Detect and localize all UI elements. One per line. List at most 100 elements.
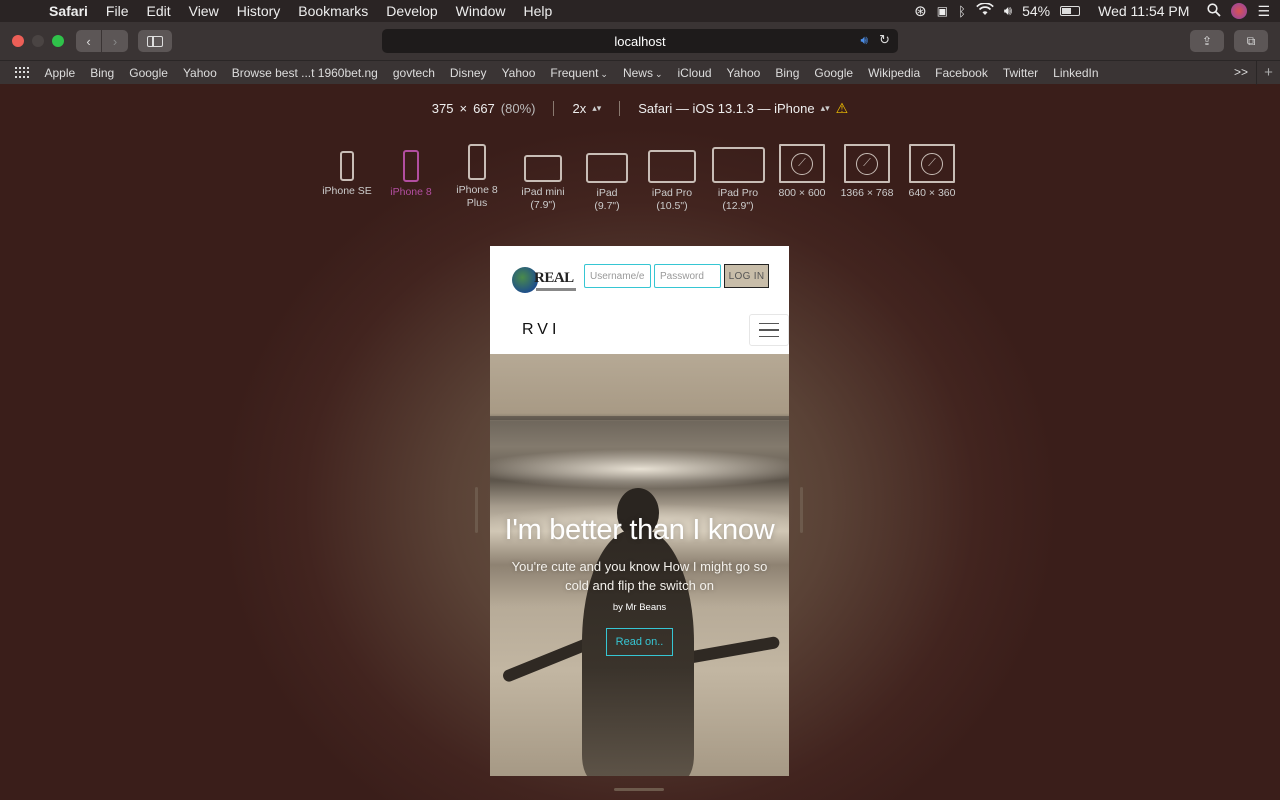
user-avatar-icon[interactable] [1231, 3, 1248, 19]
menu-window[interactable]: Window [447, 3, 515, 19]
menu-edit[interactable]: Edit [137, 3, 179, 19]
toolbar-right: ⇪ ⧉ [1190, 30, 1268, 52]
notification-center-icon[interactable]: ☰ [1257, 3, 1270, 20]
reload-icon[interactable]: ↻ [879, 32, 890, 48]
username-input[interactable] [584, 264, 651, 288]
user-agent-select[interactable]: Safari — iOS 13.1.3 — iPhone ▴▾ ⚠ [620, 100, 866, 117]
bookmark-yahoo-2[interactable]: Yahoo [494, 66, 543, 80]
device-label: iPad Pro [651, 187, 693, 199]
sidebar-icon [147, 35, 163, 47]
bookmark-yahoo[interactable]: Yahoo [175, 66, 224, 80]
password-input[interactable] [654, 264, 721, 288]
left-resize-handle[interactable] [475, 487, 478, 533]
menu-develop[interactable]: Develop [377, 3, 446, 19]
device-iphone-se[interactable]: iPhone SE [315, 151, 379, 198]
volume-icon[interactable]: 🔊︎ [1004, 3, 1012, 19]
hamburger-menu-icon[interactable] [749, 314, 789, 346]
tab-overview-button[interactable]: ⧉ [1234, 30, 1268, 52]
device-ipad-pro-12-9[interactable]: iPad Pro (12.9") [705, 147, 771, 213]
menu-file[interactable]: File [97, 3, 138, 19]
safari-compass-icon: ⟋ [844, 144, 890, 183]
minimize-window-button[interactable] [32, 35, 44, 47]
device-800x600[interactable]: ⟋ 800 × 600 [771, 144, 833, 200]
bookmark-icloud[interactable]: iCloud [670, 66, 719, 80]
device-iphone-8-plus[interactable]: iPhone 8 Plus [443, 144, 511, 210]
logo-tagline-bar [536, 288, 576, 291]
menu-app-safari[interactable]: Safari [40, 3, 97, 19]
device-label-2: (9.7") [594, 200, 620, 212]
device-ipad[interactable]: iPad (9.7") [575, 153, 639, 213]
bookmarks-bar: Apple Bing Google Yahoo Browse best ...t… [0, 60, 1280, 85]
device-label: iPad mini [521, 186, 565, 198]
viewport-scale: (80%) [500, 101, 536, 116]
address-bar[interactable]: localhost 🔊︎ ↻ [382, 29, 898, 53]
warning-icon[interactable]: ⚠ [836, 100, 849, 117]
share-button[interactable]: ⇪ [1190, 30, 1224, 52]
favorites-grid-icon[interactable] [15, 66, 29, 79]
back-button[interactable]: ‹ [76, 30, 102, 52]
new-tab-plus-icon[interactable]: + [1256, 61, 1280, 85]
bookmark-folder-news[interactable]: News ⌄ [615, 66, 670, 80]
hero-author: by Mr Beans [612, 602, 667, 613]
menu-help[interactable]: Help [514, 3, 561, 19]
site-logo[interactable]: REAL [512, 255, 580, 297]
menu-history[interactable]: History [228, 3, 290, 19]
audio-playing-icon[interactable]: 🔊︎ [860, 33, 868, 48]
bookmark-folder-frequent[interactable]: Frequent ⌄ [543, 66, 616, 80]
device-1366x768[interactable]: ⟋ 1366 × 768 [834, 144, 900, 200]
site-navbar: RVI [490, 306, 789, 354]
login-button[interactable]: LOG IN [724, 264, 769, 288]
device-iphone-8[interactable]: iPhone 8 [379, 150, 443, 199]
chevron-down-icon: ⌄ [654, 68, 663, 79]
creative-cloud-icon[interactable]: ⊛ [914, 2, 927, 20]
bookmark-apple[interactable]: Apple [37, 66, 83, 80]
bookmark-yahoo-3[interactable]: Yahoo [719, 66, 768, 80]
device-ipad-mini[interactable]: iPad mini (7.9") [511, 155, 575, 212]
clock[interactable]: Wed 11:54 PM [1098, 3, 1189, 19]
bookmark-google-2[interactable]: Google [807, 66, 861, 80]
fullscreen-window-button[interactable] [52, 35, 64, 47]
bookmark-1960bet[interactable]: Browse best ...t 1960bet.ng [224, 66, 385, 80]
device-640x360[interactable]: ⟋ 640 × 360 [900, 144, 964, 200]
close-window-button[interactable] [12, 35, 24, 47]
bookmark-wikipedia[interactable]: Wikipedia [861, 66, 928, 80]
phone-icon [340, 151, 354, 181]
hero-image-horizon [490, 416, 789, 420]
bookmark-google[interactable]: Google [122, 66, 176, 80]
bluetooth-icon[interactable]: ᛒ [958, 4, 966, 19]
bookmark-govtech[interactable]: govtech [385, 66, 442, 80]
pixel-ratio-value: 2x [572, 101, 587, 116]
read-on-button[interactable]: Read on.. [606, 628, 673, 656]
device-label-2: (12.9") [722, 200, 754, 212]
wifi-icon[interactable] [976, 2, 994, 19]
device-ipad-pro-10-5[interactable]: iPad Pro (10.5") [639, 150, 705, 213]
battery-icon[interactable] [1060, 6, 1081, 16]
bookmark-twitter[interactable]: Twitter [995, 66, 1045, 80]
bookmark-bing[interactable]: Bing [83, 66, 122, 80]
menu-bookmarks[interactable]: Bookmarks [289, 3, 377, 19]
right-resize-handle[interactable] [800, 487, 803, 533]
finder-sync-icon[interactable]: ▣ [937, 4, 948, 18]
bottom-resize-handle[interactable] [614, 788, 664, 791]
bookmark-disney[interactable]: Disney [442, 66, 494, 80]
menu-view[interactable]: View [180, 3, 228, 19]
spotlight-icon[interactable] [1207, 2, 1222, 20]
brand-name[interactable]: RVI [522, 321, 560, 339]
viewport-width[interactable]: 375 [432, 101, 454, 116]
pixel-ratio-select[interactable]: 2x ▴▾ [554, 101, 621, 116]
url-text: localhost [614, 33, 666, 49]
device-presets: iPhone SE iPhone 8 iPhone 8 Plus iPad mi… [315, 143, 965, 223]
hero-title: I'm better than I know [504, 514, 775, 546]
device-label: 800 × 600 [778, 187, 826, 199]
bookmark-folder-label: News [622, 65, 653, 80]
hero-image-surf [490, 449, 789, 489]
bookmark-bing-2[interactable]: Bing [768, 66, 807, 80]
viewport-dimensions[interactable]: 375 × 667 (80%) [414, 101, 555, 116]
bookmark-facebook[interactable]: Facebook [928, 66, 996, 80]
bookmark-folder-label: Frequent [550, 65, 599, 80]
viewport-height[interactable]: 667 [473, 101, 495, 116]
forward-button[interactable]: › [102, 30, 128, 52]
sidebar-toggle-button[interactable] [138, 30, 172, 52]
bookmark-linkedin[interactable]: LinkedIn [1046, 66, 1106, 80]
more-bookmarks-button[interactable]: >> [1234, 65, 1248, 79]
